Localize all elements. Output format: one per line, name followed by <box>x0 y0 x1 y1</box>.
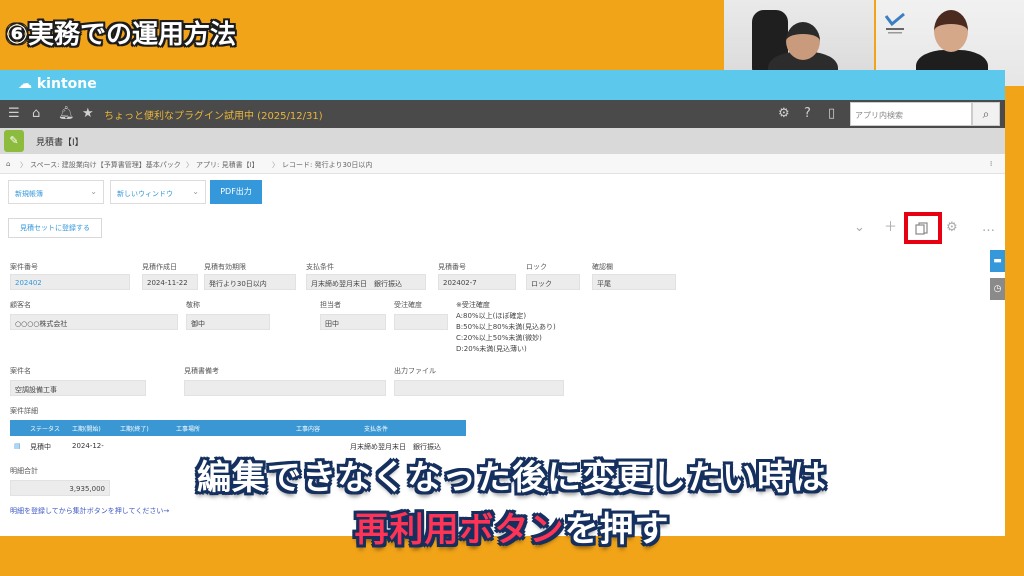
mobile-icon[interactable]: ▯ <box>828 105 835 123</box>
kintone-logo[interactable]: ☁ kintone <box>18 76 97 92</box>
breadcrumb-record: レコード: 発行より30日以内 <box>282 161 373 169</box>
order-label: 受注確度 <box>394 301 422 309</box>
quote-no-value: 202402-7 <box>438 274 516 290</box>
add-icon[interactable]: ＋ <box>884 220 897 236</box>
breadcrumb: ⌂ 〉 スペース: 建設業向け【予算書管理】基本パック 〉 アプリ: 見積書【I… <box>0 154 1005 174</box>
created-value: 2024-11-22 <box>142 274 198 290</box>
validity-label: 見積有効期限 <box>204 263 246 271</box>
subtitle-line-1: 編集できなくなった後に変更したい時は <box>197 458 827 498</box>
quote-memo-label: 見積書備考 <box>184 367 219 375</box>
history-icon[interactable]: ◷ <box>990 278 1005 300</box>
case-no-value[interactable]: 202402 <box>10 274 130 290</box>
subtitle-rest: を押す <box>564 510 670 550</box>
chevron-down-icon: ⌄ <box>192 187 199 196</box>
quote-no-label: 見積番号 <box>438 263 466 271</box>
confirmer-value: 平尾 <box>592 274 676 290</box>
table-header: 工事場所 <box>176 426 201 433</box>
app-search-input[interactable]: アプリ内検索 <box>850 102 972 126</box>
home-icon[interactable]: ⌂ <box>32 105 40 123</box>
table-header: 工事内容 <box>296 426 321 433</box>
breadcrumb-app[interactable]: アプリ: 見積書【I】 <box>196 160 259 170</box>
row-start: 2024-12- <box>72 442 104 450</box>
chevron-down-icon: ⌄ <box>90 187 97 196</box>
gear-icon[interactable]: ⚙ <box>778 105 790 123</box>
detail-table-header: ステータス 工期(開始) 工期(終了) 工事場所 工事内容 支払条件 <box>10 420 466 436</box>
order-value <box>394 314 448 330</box>
document-icon[interactable]: ▤ <box>14 442 21 450</box>
trial-notice: ちょっと便利なプラグイン試用中 (2025/12/31) <box>104 111 323 122</box>
breadcrumb-space[interactable]: スペース: 建設業向け【予算書管理】基本パック <box>30 160 181 170</box>
comment-icon[interactable]: ▬ <box>990 250 1005 272</box>
staff-label: 担当者 <box>320 301 341 309</box>
table-header: 支払条件 <box>364 426 389 433</box>
order-note: ※受注確度 A:80%以上(ほぼ確定) B:50%以上80%未満(見込あり) C… <box>456 301 556 353</box>
case-name-value: 空調設備工事 <box>10 380 146 396</box>
lock-value: ロック <box>526 274 580 290</box>
honorific-value: 御中 <box>186 314 270 330</box>
ledger-select[interactable]: 新規帳簿 ⌄ <box>8 180 104 204</box>
quote-memo-value <box>184 380 386 396</box>
settings-gear-icon[interactable]: ⚙ <box>946 220 958 236</box>
output-file-label: 出力ファイル <box>394 367 436 375</box>
honorific-label: 敬称 <box>186 301 200 309</box>
table-header: ステータス <box>30 426 61 433</box>
output-file-value <box>394 380 564 396</box>
app-title: 見積書【I】 <box>36 138 84 148</box>
app-header: ✎ 見積書【I】 <box>0 128 1005 154</box>
breadcrumb-home-icon[interactable]: ⌂ <box>6 160 10 168</box>
save-quote-set-button[interactable]: 見積セットに登録する <box>8 218 102 238</box>
created-label: 見積作成日 <box>142 263 177 271</box>
video-section-title: ⑥実務での運用方法 <box>6 20 237 50</box>
payment-label: 支払条件 <box>306 263 334 271</box>
app-pencil-icon: ✎ <box>4 130 24 152</box>
subtitle-line-2: 再利用ボタンを押す <box>0 502 1024 551</box>
validity-value: 発行より30日以内 <box>204 274 296 290</box>
cloud-icon: ☁ <box>18 76 32 92</box>
payment-value: 月末締め翌月末日 銀行振込 <box>306 274 426 290</box>
pdf-output-button[interactable]: PDF出力 <box>210 180 262 204</box>
case-no-label: 案件番号 <box>10 263 38 271</box>
table-header: 工期(開始) <box>72 426 101 433</box>
chevron-down-icon[interactable]: ⌄ <box>854 220 865 236</box>
global-nav: ☰ ⌂ 🔔︎ ★ ちょっと便利なプラグイン試用中 (2025/12/31) ⚙ … <box>0 100 1005 128</box>
more-options-icon[interactable]: … <box>982 220 995 236</box>
lock-label: ロック <box>526 263 547 271</box>
window-select[interactable]: 新しいウィンドウ ⌄ <box>110 180 206 204</box>
subtitle-highlight: 再利用ボタン <box>354 510 565 550</box>
help-icon[interactable]: ? <box>804 105 811 123</box>
confirmer-label: 確認欄 <box>592 263 613 271</box>
detail-label: 案件詳細 <box>10 407 38 415</box>
search-icon[interactable]: ⌕ <box>972 102 1000 126</box>
menu-icon[interactable]: ☰ <box>8 105 20 123</box>
kintone-header: ☁ kintone <box>0 70 1005 100</box>
customer-value: ○○○○株式会社 <box>10 314 178 330</box>
pin-icon[interactable]: ⁞ <box>990 160 992 168</box>
table-header: 工期(終了) <box>120 426 149 433</box>
staff-value: 田中 <box>320 314 386 330</box>
kintone-cafe-logo-icon <box>884 12 905 34</box>
case-name-label: 案件名 <box>10 367 31 375</box>
reuse-copy-icon[interactable] <box>915 221 929 235</box>
bell-icon[interactable]: 🔔︎ <box>58 105 75 123</box>
star-icon[interactable]: ★ <box>82 105 94 123</box>
customer-label: 顧客名 <box>10 301 31 309</box>
